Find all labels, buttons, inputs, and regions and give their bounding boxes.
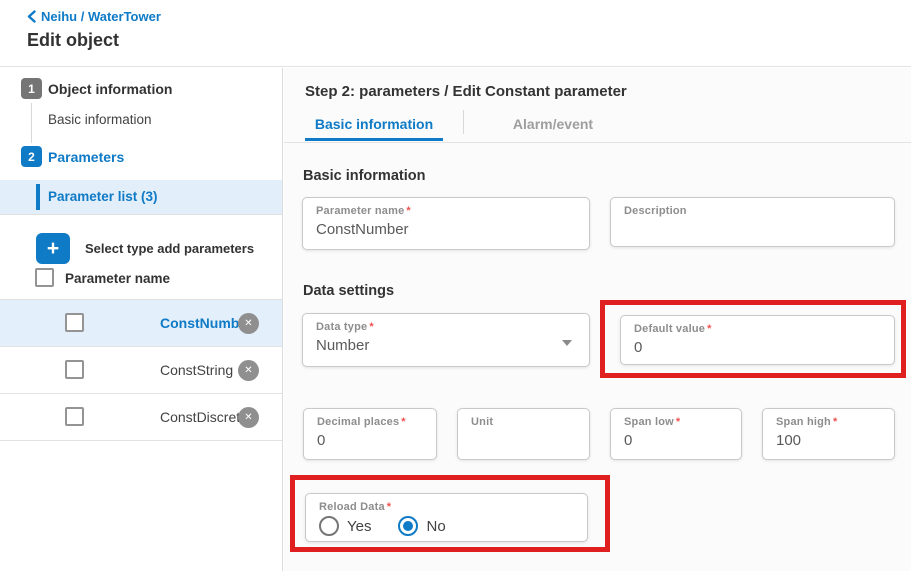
label-text: Description (624, 205, 687, 217)
span-high-field[interactable]: Span high* 100 (762, 408, 895, 460)
required-asterisk: * (707, 323, 711, 335)
breadcrumb[interactable]: Neihu / WaterTower (27, 9, 161, 24)
add-parameter-button[interactable]: + (36, 233, 70, 264)
parameter-row-conststring[interactable]: ConstString ✕ (0, 347, 282, 394)
required-asterisk: * (833, 416, 837, 428)
chevron-left-icon (27, 10, 36, 23)
field-label: Decimal places* (317, 416, 424, 428)
field-value: 0 (624, 432, 729, 449)
field-value: ConstNumber (316, 221, 577, 238)
step-1-badge: 1 (21, 78, 42, 99)
data-settings-heading: Data settings (303, 283, 394, 299)
field-value: Number (316, 337, 577, 354)
field-value: 0 (317, 432, 424, 449)
x-glyph: ✕ (244, 318, 252, 329)
parameter-list-label: Parameter list (3) (48, 180, 158, 214)
required-asterisk: * (676, 416, 680, 428)
data-type-select[interactable]: Data type* Number (302, 313, 590, 367)
reload-data-radio-group: Yes No (319, 516, 575, 536)
label-text: Span high (776, 416, 831, 428)
required-asterisk: * (401, 416, 405, 428)
sidebar-item-basic-information[interactable]: Basic information (48, 112, 152, 127)
radio-yes-label[interactable]: Yes (347, 518, 371, 535)
sidebar-step-object-information[interactable]: 1 Object information (21, 78, 172, 99)
label-text: Default value (634, 323, 705, 335)
delete-parameter-icon[interactable]: ✕ (238, 407, 259, 428)
step-tree-line (31, 103, 32, 143)
label-text: Parameter name (316, 205, 404, 217)
tab-basic-information[interactable]: Basic information (305, 116, 443, 132)
sidebar-item-parameter-list[interactable]: Parameter list (3) (0, 180, 282, 214)
row-checkbox[interactable] (65, 360, 84, 379)
span-low-field[interactable]: Span low* 0 (610, 408, 742, 460)
active-tab-underline (305, 138, 443, 141)
description-field[interactable]: Description (610, 197, 895, 247)
delete-parameter-icon[interactable]: ✕ (238, 313, 259, 334)
field-label: Span low* (624, 416, 729, 428)
sidebar-divider (0, 214, 282, 215)
field-label: Span high* (776, 416, 882, 428)
reload-data-field: Reload Data* Yes No (305, 493, 588, 542)
select-all-label: Parameter name (65, 271, 170, 286)
default-value-field[interactable]: Default value* 0 (620, 315, 895, 365)
label-text: Decimal places (317, 416, 399, 428)
tab-alarm-event[interactable]: Alarm/event (463, 116, 643, 132)
radio-no[interactable] (398, 516, 418, 536)
breadcrumb-label: Neihu / WaterTower (41, 9, 161, 24)
parameter-name-field[interactable]: Parameter name* ConstNumber (302, 197, 590, 250)
delete-parameter-icon[interactable]: ✕ (238, 360, 259, 381)
required-asterisk: * (387, 501, 391, 513)
parameter-row-constnumber[interactable]: ConstNumber ✕ (0, 300, 282, 347)
field-value: 0 (634, 339, 882, 356)
unit-field[interactable]: Unit (457, 408, 590, 460)
required-asterisk: * (406, 205, 410, 217)
row-checkbox[interactable] (65, 313, 84, 332)
select-all-checkbox[interactable] (35, 268, 54, 287)
label-text: Data type (316, 321, 367, 333)
tabs-divider (284, 142, 911, 143)
decimal-places-field[interactable]: Decimal places* 0 (303, 408, 437, 460)
radio-no-label[interactable]: No (426, 518, 445, 535)
parameter-row-constdiscrete[interactable]: ConstDiscrete ✕ (0, 394, 282, 441)
field-label: Description (624, 205, 882, 217)
sidebar: 1 Object information Basic information 2… (0, 68, 283, 571)
step-title: Step 2: parameters / Edit Constant param… (305, 83, 627, 100)
field-value: 100 (776, 432, 882, 449)
page-header: Neihu / WaterTower Edit object (0, 0, 911, 67)
field-label: Reload Data* (319, 501, 575, 513)
field-label: Unit (471, 416, 577, 428)
parameter-name[interactable]: ConstDiscrete (160, 394, 248, 440)
required-asterisk: * (369, 321, 373, 333)
step-2-badge: 2 (21, 146, 42, 167)
parameter-name[interactable]: ConstString (160, 347, 233, 393)
basic-information-heading: Basic information (303, 168, 425, 184)
label-text: Reload Data (319, 501, 385, 513)
active-accent-bar (36, 184, 40, 210)
plus-icon: + (47, 237, 59, 261)
step-2-label: Parameters (48, 149, 124, 165)
label-text: Unit (471, 416, 493, 428)
label-text: Span low (624, 416, 674, 428)
page-title: Edit object (27, 30, 119, 51)
sidebar-step-parameters[interactable]: 2 Parameters (21, 146, 124, 167)
dropdown-arrow-icon (562, 340, 572, 346)
field-label: Data type* (316, 321, 577, 333)
field-label: Default value* (634, 323, 882, 335)
radio-yes[interactable] (319, 516, 339, 536)
field-label: Parameter name* (316, 205, 577, 217)
add-parameter-label: Select type add parameters (85, 241, 254, 256)
main-panel: Step 2: parameters / Edit Constant param… (284, 68, 911, 571)
step-1-label: Object information (48, 81, 172, 97)
x-glyph: ✕ (244, 365, 252, 376)
row-checkbox[interactable] (65, 407, 84, 426)
x-glyph: ✕ (244, 412, 252, 423)
